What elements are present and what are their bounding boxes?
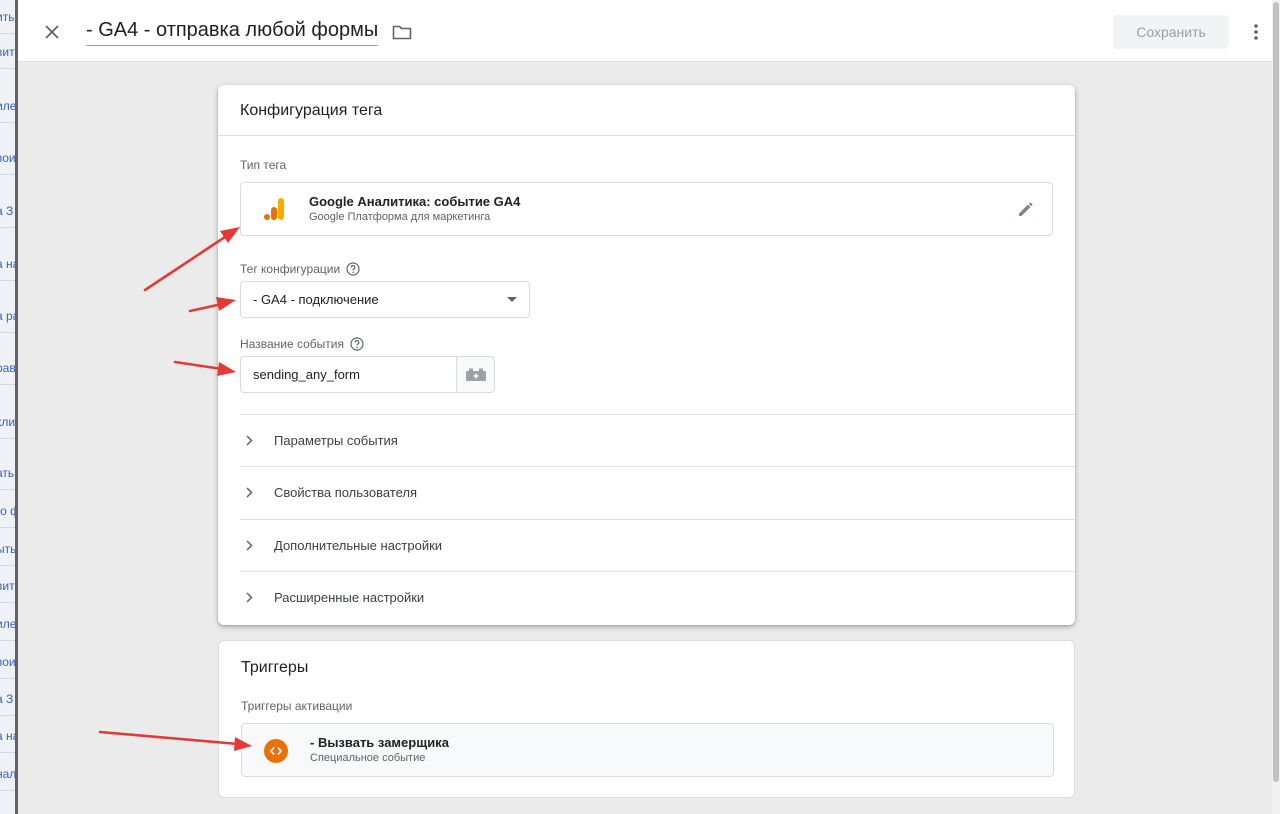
chevron-right-icon [246,592,253,603]
chevron-right-icon [246,540,253,551]
tag-type-label: Тип тега [240,158,286,172]
activation-triggers-label: Триггеры активации [241,699,353,713]
custom-event-icon [264,739,288,763]
config-tag-label: Тег конфигурации [240,262,360,276]
tag-type-selector[interactable]: Google Аналитика: событие GA4 Google Пла… [240,182,1053,236]
code-brackets-icon [270,746,282,756]
section-additional-settings[interactable]: Дополнительные настройки [240,519,1075,571]
annotation-arrow [143,233,230,292]
event-name-input[interactable] [240,356,456,393]
folder-icon [392,25,412,40]
event-name-field-group [240,356,495,393]
page-scrollbar[interactable] [1272,0,1280,814]
annotation-arrow [173,360,224,371]
overlay-edge [15,0,18,814]
trigger-name: - Вызвать замерщика [310,735,449,750]
google-analytics-icon [264,198,284,220]
tag-type-subtitle: Google Платформа для маркетинга [309,211,491,223]
insert-variable-button[interactable] [456,356,495,393]
section-label: Свойства пользователя [274,485,418,500]
tag-type-name: Google Аналитика: событие GA4 [309,194,521,209]
tag-type-label-text: Тип тега [240,158,287,172]
event-name-label: Название события [240,337,364,351]
tag-configuration-heading: Конфигурация тега [218,85,1075,136]
tag-configuration-card: Конфигурация тега Тип тега Google Аналит… [218,85,1075,625]
tag-title-wrapper: - GA4 - отправка любой формы [86,14,414,50]
tag-title[interactable]: - GA4 - отправка любой формы [86,19,379,46]
chevron-right-icon [246,435,253,446]
trigger-type: Специальное событие [310,752,426,764]
edit-tag-type-button[interactable] [1016,199,1036,219]
dropdown-arrow-icon [507,297,517,302]
config-tag-selected-value: - GA4 - подключение [253,292,379,307]
close-button[interactable] [38,18,66,46]
section-user-properties[interactable]: Свойства пользователя [240,466,1075,518]
chevron-right-icon [246,487,253,498]
help-icon[interactable] [346,262,360,276]
section-event-parameters[interactable]: Параметры события [240,414,1075,466]
section-label: Дополнительные настройки [274,538,443,553]
section-label: Расширенные настройки [274,590,425,605]
folder-button[interactable] [390,20,414,44]
triggers-card: Триггеры Триггеры активации - Вызвать за… [218,640,1075,798]
help-icon[interactable] [350,337,364,351]
event-name-label-text: Название события [240,337,344,351]
section-label: Параметры события [274,433,398,448]
config-tag-dropdown[interactable]: - GA4 - подключение [240,281,530,318]
section-advanced-settings[interactable]: Расширенные настройки [240,571,1075,623]
more-options-button[interactable] [1244,20,1268,44]
save-button[interactable]: Сохранить [1113,15,1229,49]
variable-brick-icon [465,368,486,381]
trigger-item[interactable]: - Вызвать замерщика Специальное событие [241,723,1054,777]
pencil-icon [1019,202,1033,216]
close-icon [45,25,59,39]
triggers-heading: Триггеры [241,659,309,676]
editor-top-bar: - GA4 - отправка любой формы Сохранить [18,0,1272,62]
scrollbar-thumb[interactable] [1273,2,1279,782]
config-tag-label-text: Тег конфигурации [240,262,341,276]
more-vert-icon [1254,24,1258,40]
